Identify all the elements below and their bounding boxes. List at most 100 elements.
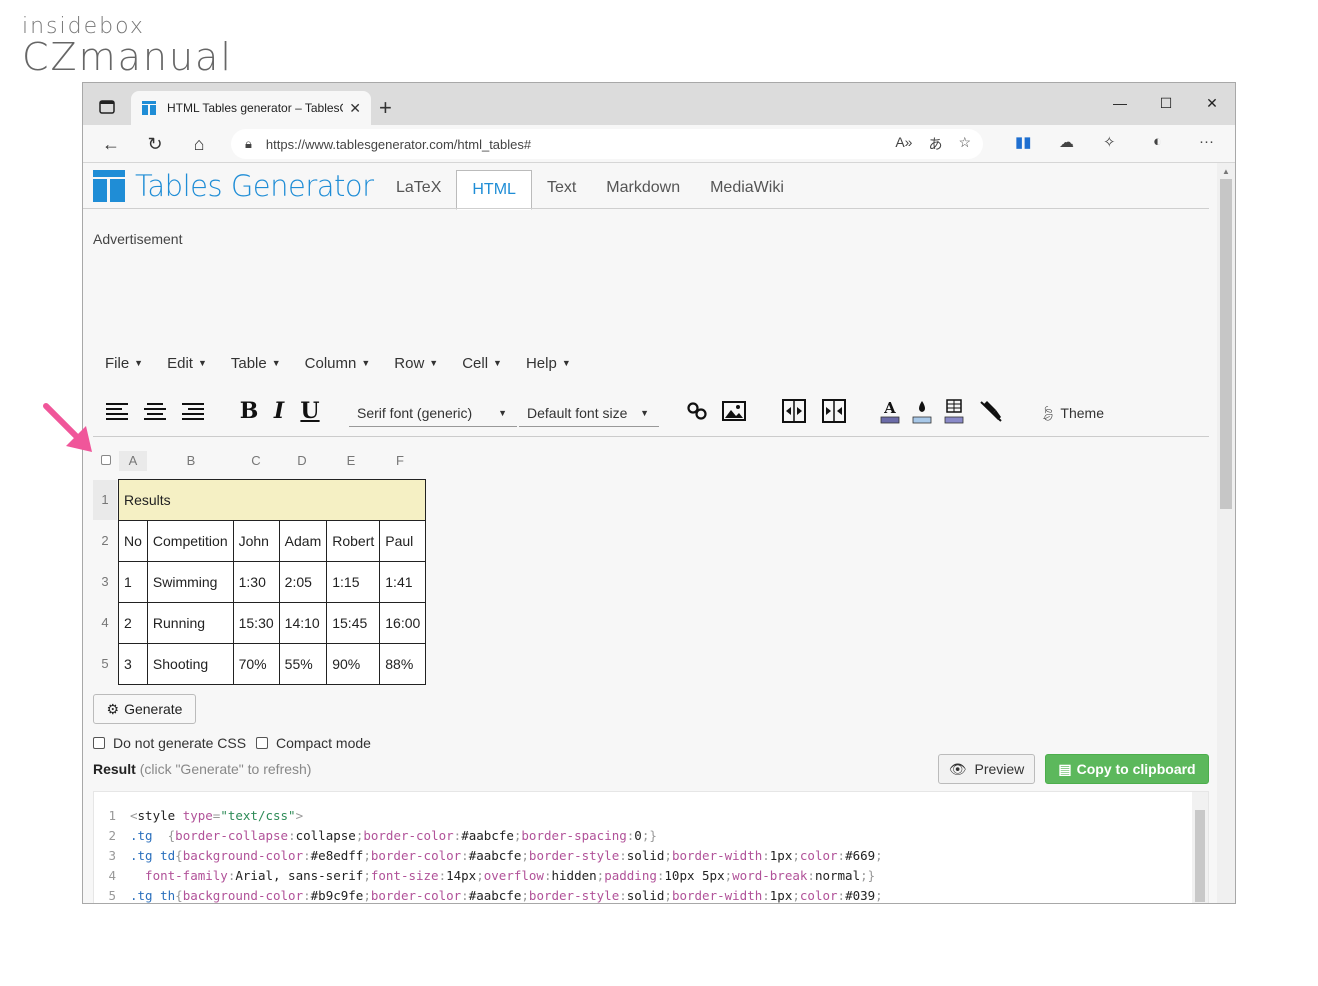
table-cell[interactable]: 2:05 (278, 561, 328, 603)
theme-button[interactable]: 🍃︎ Theme (1039, 405, 1104, 422)
font-size-select[interactable]: Default font size ▼ (519, 399, 659, 427)
table-cell[interactable]: Robert (326, 520, 381, 562)
table-cell[interactable]: Swimming (146, 561, 234, 603)
tab-text[interactable]: Text (532, 169, 591, 209)
table-cell[interactable]: 88% (379, 643, 427, 685)
no-css-checkbox[interactable]: Do not generate CSS (93, 735, 246, 751)
row-header-5[interactable]: 5 (93, 644, 117, 684)
close-window-icon[interactable]: ✕ (1189, 83, 1235, 123)
favorite-add-icon[interactable]: ☆ (958, 134, 971, 154)
clear-format-icon[interactable] (977, 397, 1005, 425)
page-scrollbar[interactable]: ▲ (1217, 163, 1235, 903)
extensions-icon[interactable]: ✧ (1103, 133, 1116, 151)
menu-table[interactable]: Table ▼ (219, 355, 293, 372)
align-center-icon[interactable] (143, 397, 167, 425)
menu-cell[interactable]: Cell ▼ (450, 355, 514, 372)
home-icon[interactable]: ⌂ (185, 131, 213, 157)
translate-icon[interactable]: あ (928, 134, 942, 154)
site-brand[interactable]: Tables Generator (93, 169, 374, 203)
generate-button[interactable]: ⚙ Generate (93, 694, 196, 724)
scroll-up-icon[interactable]: ▲ (1222, 167, 1230, 176)
table-cell[interactable]: 1:41 (379, 561, 427, 603)
table-cell[interactable]: 55% (278, 643, 328, 685)
table-cell[interactable]: No (118, 520, 148, 562)
table-cell[interactable]: John (232, 520, 280, 562)
menu-column[interactable]: Column ▼ (293, 355, 383, 372)
menu-edit[interactable]: Edit ▼ (155, 355, 219, 372)
table-cell[interactable]: Competition (146, 520, 234, 562)
column-header-e[interactable]: E (325, 451, 377, 471)
new-tab-icon[interactable]: + (379, 95, 392, 121)
menu-file[interactable]: File ▼ (93, 355, 155, 372)
table-cell[interactable]: 1 (118, 561, 148, 603)
align-right-icon[interactable] (181, 397, 205, 425)
text-color-icon[interactable]: A (879, 397, 901, 425)
column-header-b[interactable]: B (149, 451, 233, 471)
table-cell[interactable]: 90% (326, 643, 381, 685)
table-cell[interactable]: 16:00 (379, 602, 427, 644)
split-cells-icon[interactable] (821, 397, 847, 425)
profile-icon[interactable]: ◐ (1153, 133, 1162, 150)
column-header-a[interactable]: A (119, 451, 147, 471)
address-bar[interactable]: 🔒︎ https://www.tablesgenerator.com/html_… (231, 129, 983, 159)
tab-actions-icon[interactable] (93, 93, 121, 121)
code-output[interactable]: 1 <style type="text/css"> 2 .tg {border-co… (93, 791, 1209, 903)
tab-markdown[interactable]: Markdown (591, 169, 695, 209)
more-icon[interactable]: ··· (1199, 133, 1214, 150)
table-cell[interactable]: Results (117, 479, 427, 521)
table-cell[interactable]: Adam (278, 520, 328, 562)
italic-icon[interactable]: I (269, 397, 289, 425)
table-cell[interactable]: 70% (232, 643, 280, 685)
underline-icon[interactable]: U (299, 397, 321, 425)
tab-mediawiki[interactable]: MediaWiki (695, 169, 799, 209)
merge-cells-icon[interactable] (781, 397, 807, 425)
copy-to-clipboard-button[interactable]: ▤ Copy to clipboard (1045, 754, 1209, 784)
fill-color-icon[interactable] (911, 397, 933, 425)
select-all-checkbox[interactable] (101, 455, 111, 465)
row-header-1[interactable]: 1 (93, 480, 117, 520)
back-icon[interactable]: ← (97, 131, 125, 157)
read-aloud-icon[interactable]: A» (895, 134, 912, 154)
maximize-icon[interactable]: ☐ (1143, 83, 1189, 123)
menu-help[interactable]: Help ▼ (514, 355, 583, 372)
cloud-icon[interactable]: ☁ (1059, 133, 1074, 151)
table-cell[interactable]: 15:45 (326, 602, 381, 644)
column-header-f[interactable]: F (377, 451, 423, 471)
border-color-icon[interactable] (943, 397, 965, 425)
row-header-4[interactable]: 4 (93, 603, 117, 643)
checkbox-box[interactable] (256, 737, 268, 749)
close-tab-icon[interactable]: ✕ (349, 100, 361, 117)
code-scroll-thumb[interactable] (1195, 810, 1205, 902)
table-cell[interactable]: Shooting (146, 643, 234, 685)
tab-latex[interactable]: LaTeX (381, 169, 456, 209)
align-left-icon[interactable] (105, 397, 129, 425)
font-family-select[interactable]: Serif font (generic) ▼ (349, 399, 517, 427)
table-cell[interactable]: 1:15 (326, 561, 381, 603)
column-header-d[interactable]: D (279, 451, 325, 471)
row-header-3[interactable]: 3 (93, 562, 117, 602)
collections-icon[interactable]: ▮▮ (1015, 133, 1032, 151)
table-cell[interactable]: 3 (118, 643, 148, 685)
table-cell[interactable]: 14:10 (278, 602, 328, 644)
table-cell[interactable]: Running (146, 602, 234, 644)
table-cell[interactable]: 2 (118, 602, 148, 644)
compact-mode-checkbox[interactable]: Compact mode (256, 735, 371, 751)
lock-icon[interactable]: 🔒︎ (245, 136, 252, 152)
table-cell[interactable]: Paul (379, 520, 427, 562)
bold-icon[interactable]: B (237, 397, 261, 425)
refresh-icon[interactable]: ↻ (141, 131, 169, 157)
row-header-2[interactable]: 2 (93, 521, 117, 561)
browser-tab[interactable]: HTML Tables generator – TablesG ✕ (131, 91, 371, 125)
column-header-c[interactable]: C (233, 451, 279, 471)
table-cell[interactable]: 1:30 (232, 561, 280, 603)
table-cell[interactable]: 15:30 (232, 602, 280, 644)
tab-html[interactable]: HTML (456, 170, 532, 210)
checkbox-box[interactable] (93, 737, 105, 749)
page-scroll-thumb[interactable] (1220, 179, 1232, 509)
link-icon[interactable] (685, 397, 709, 425)
menu-row[interactable]: Row ▼ (382, 355, 450, 372)
image-icon[interactable] (721, 397, 747, 425)
code-scrollbar[interactable] (1192, 792, 1208, 903)
preview-button[interactable]: 👁︎ Preview (938, 754, 1035, 784)
minimize-icon[interactable]: — (1097, 83, 1143, 123)
